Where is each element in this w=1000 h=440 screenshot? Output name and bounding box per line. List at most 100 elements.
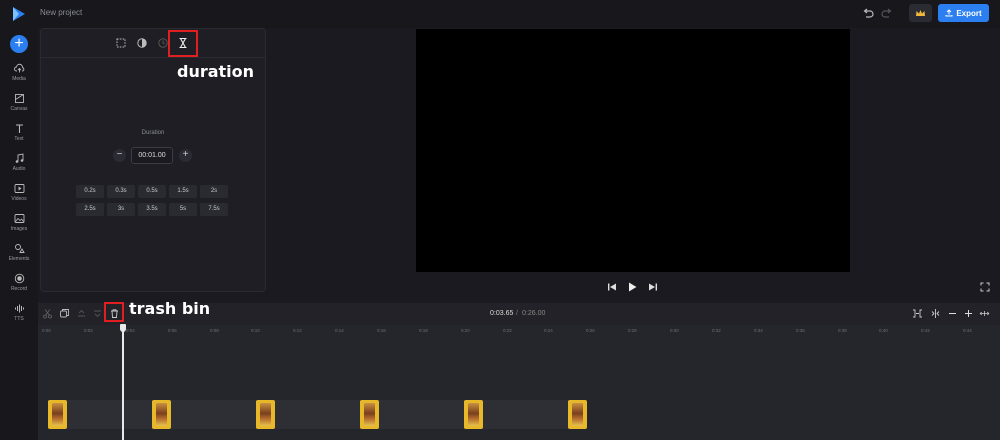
adjust-icon[interactable] <box>136 37 148 49</box>
image-clip[interactable] <box>568 400 587 429</box>
sidebar-item-tts[interactable]: TTS <box>0 303 38 329</box>
sidebar-item-elements[interactable]: Elements <box>0 243 38 269</box>
export-button[interactable]: Export <box>938 4 989 22</box>
ruler-tick: 0:16 <box>377 328 386 333</box>
image-clip[interactable] <box>360 400 379 429</box>
ruler-tick: 0:06 <box>168 328 177 333</box>
panel-tabs <box>41 29 265 58</box>
ruler-tick: 0:10 <box>251 328 260 333</box>
ruler-tick: 0:14 <box>335 328 344 333</box>
redo-icon[interactable] <box>880 7 894 21</box>
duration-preset[interactable]: 2.5s <box>76 203 104 216</box>
duration-preset[interactable]: 5s <box>169 203 197 216</box>
ruler-tick: 0:20 <box>461 328 470 333</box>
ruler-tick: 0:38 <box>838 328 847 333</box>
duration-preset[interactable]: 3.5s <box>138 203 166 216</box>
trash-annotation: trash bin <box>129 299 211 318</box>
waveform-icon <box>14 304 24 313</box>
sidebar: + Media Canvas Text Audio Videos Images … <box>0 28 38 440</box>
ruler-tick: 0:00 <box>42 328 51 333</box>
duration-highlight-box <box>168 30 198 57</box>
duration-preset[interactable]: 3s <box>107 203 135 216</box>
total-time: 0:26.00 <box>522 310 546 317</box>
timeline-ruler[interactable]: 0:00 0:02 0:04 0:06 0:08 0:10 0:12 0:14 … <box>38 325 1000 339</box>
fit-timeline-icon[interactable] <box>912 308 923 319</box>
sidebar-item-videos[interactable]: Videos <box>0 183 38 209</box>
sidebar-item-record[interactable]: Record <box>0 273 38 299</box>
text-icon <box>15 124 23 133</box>
duration-annotation: duration <box>177 62 255 81</box>
sidebar-item-images[interactable]: Images <box>0 213 38 239</box>
crown-icon <box>916 9 925 16</box>
crop-icon[interactable] <box>115 37 127 49</box>
split-icon[interactable] <box>42 308 53 319</box>
ruler-tick: 0:12 <box>293 328 302 333</box>
sidebar-item-audio[interactable]: Audio <box>0 153 38 179</box>
duration-preset[interactable]: 1.5s <box>169 185 197 198</box>
duration-preset[interactable]: 0.3s <box>107 185 135 198</box>
duration-decrease-button[interactable]: − <box>113 149 126 162</box>
current-time: 0:03.65 <box>490 310 514 317</box>
image-clip[interactable] <box>464 400 483 429</box>
duration-preset[interactable]: 0.5s <box>138 185 166 198</box>
skip-back-icon[interactable] <box>606 281 618 293</box>
ruler-tick: 0:18 <box>419 328 428 333</box>
ruler-tick: 0:44 <box>963 328 972 333</box>
duration-title: Duration <box>141 130 165 136</box>
music-note-icon <box>15 153 23 163</box>
ruler-tick: 0:36 <box>796 328 805 333</box>
ruler-tick: 0:02 <box>84 328 93 333</box>
play-icon[interactable] <box>626 281 638 293</box>
skip-forward-icon[interactable] <box>647 281 659 293</box>
record-icon <box>14 273 24 284</box>
duration-input[interactable]: 00:01.00 <box>131 147 173 164</box>
sidebar-item-canvas[interactable]: Canvas <box>0 93 38 119</box>
fullscreen-icon[interactable] <box>980 282 990 292</box>
media-track[interactable] <box>48 400 578 429</box>
duration-preset[interactable]: 0.2s <box>76 185 104 198</box>
timeline: 0:03.65 / 0:26.00 0:00 0:02 0:04 0:06 0:… <box>38 303 1000 440</box>
ruler-tick: 0:42 <box>921 328 930 333</box>
premium-button[interactable] <box>909 4 932 22</box>
image-clip[interactable] <box>48 400 67 429</box>
sidebar-item-media[interactable]: Media <box>0 63 38 89</box>
zoom-in-icon[interactable] <box>963 308 974 319</box>
playhead-handle[interactable] <box>120 324 126 332</box>
ruler-tick: 0:28 <box>628 328 637 333</box>
snap-icon[interactable] <box>930 308 941 319</box>
export-label: Export <box>956 8 982 18</box>
sidebar-item-text[interactable]: Text <box>0 123 38 149</box>
image-clip[interactable] <box>152 400 171 429</box>
canvas-icon <box>14 94 24 103</box>
add-button[interactable]: + <box>10 35 28 53</box>
upload-icon <box>945 9 953 17</box>
ruler-tick: 0:30 <box>670 328 679 333</box>
video-icon <box>14 184 24 193</box>
image-icon <box>14 214 24 223</box>
ruler-tick: 0:34 <box>754 328 763 333</box>
ruler-tick: 0:24 <box>544 328 553 333</box>
move-down-icon[interactable] <box>92 308 103 319</box>
trash-highlight-box <box>104 302 124 322</box>
playhead[interactable] <box>122 326 124 440</box>
undo-icon[interactable] <box>861 7 875 21</box>
duplicate-icon[interactable] <box>59 308 70 319</box>
ruler-tick: 0:22 <box>503 328 512 333</box>
ruler-tick: 0:04 <box>126 328 135 333</box>
ruler-tick: 0:08 <box>210 328 219 333</box>
duration-preset[interactable]: 7.5s <box>200 203 228 216</box>
project-name[interactable]: New project <box>40 8 82 17</box>
cloud-upload-icon <box>13 63 24 73</box>
ruler-tick: 0:32 <box>712 328 721 333</box>
app-logo-icon[interactable] <box>10 5 28 23</box>
zoom-out-icon[interactable] <box>947 308 958 319</box>
duration-preset[interactable]: 2s <box>200 185 228 198</box>
ruler-tick: 0:26 <box>586 328 595 333</box>
image-clip[interactable] <box>256 400 275 429</box>
duration-increase-button[interactable]: + <box>179 149 192 162</box>
time-separator: / <box>516 310 518 317</box>
video-preview[interactable] <box>416 29 850 272</box>
move-up-icon[interactable] <box>76 308 87 319</box>
ruler-tick: 0:40 <box>879 328 888 333</box>
expand-timeline-icon[interactable] <box>979 308 990 319</box>
